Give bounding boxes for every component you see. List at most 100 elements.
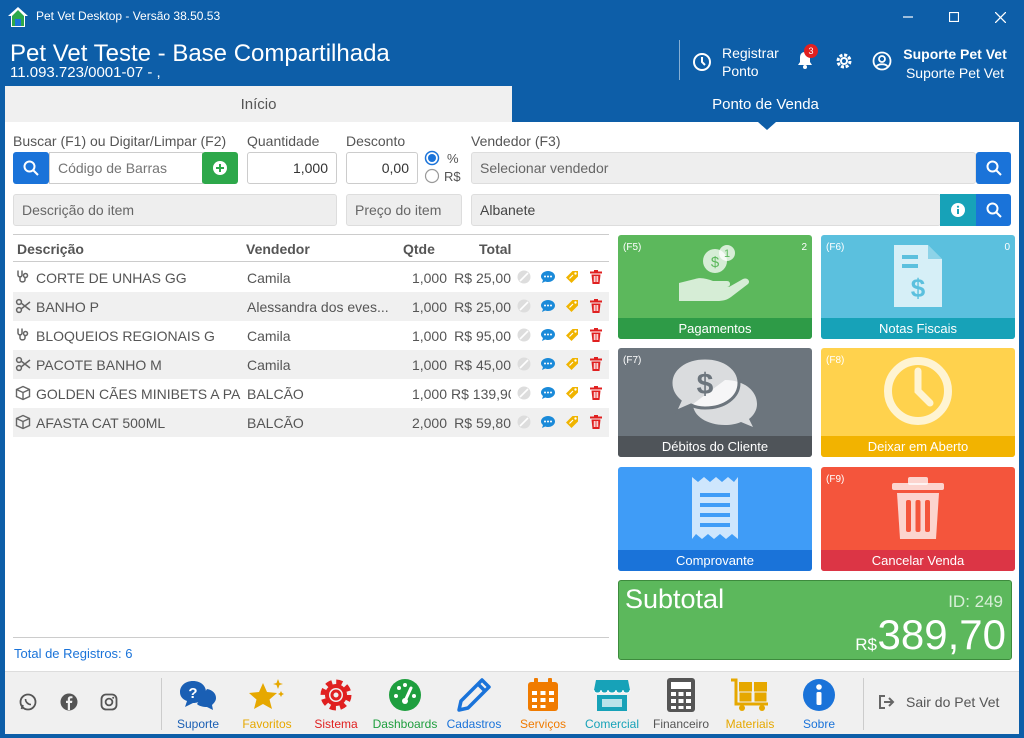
desconto-input[interactable]: 0,00	[346, 152, 418, 184]
cell-vendedor: BALCÃO	[247, 415, 304, 431]
user-name[interactable]: Suporte Pet Vet Suporte Pet Vet	[900, 45, 1010, 83]
table-row[interactable]: BANHO P Alessandra dos eves... 1,000 R$ 25,…	[13, 292, 609, 321]
registrar-ponto-button[interactable]: Registrar Ponto	[692, 44, 779, 80]
plus-circle-icon	[213, 161, 227, 175]
tag-icon[interactable]	[564, 269, 580, 288]
footer-materiais-button[interactable]: Materiais	[715, 676, 785, 731]
tile-comprovante[interactable]: Comprovante	[618, 467, 812, 571]
no-discount-icon[interactable]	[516, 298, 532, 317]
footer-financeiro-button[interactable]: Financeiro	[646, 676, 716, 731]
comment-icon[interactable]	[540, 414, 556, 433]
client-field[interactable]: Albanete	[471, 194, 941, 226]
notification-badge: 3	[804, 44, 818, 58]
subtotal-panel: Subtotal ID: 249 R$ 389,70	[618, 580, 1012, 660]
tag-icon[interactable]	[564, 356, 580, 375]
maximize-button[interactable]	[934, 4, 974, 30]
tag-icon[interactable]	[564, 327, 580, 346]
barcode-input[interactable]	[49, 152, 203, 184]
no-discount-icon[interactable]	[516, 414, 532, 433]
cell-qtde: 1,000	[411, 299, 447, 315]
table-row[interactable]: BLOQUEIOS REGIONAIS G Camila 1,000 R$ 95,00	[13, 321, 609, 350]
exit-button[interactable]: Sair do Pet Vet	[878, 694, 999, 710]
no-discount-icon[interactable]	[516, 385, 532, 404]
table-divider	[13, 637, 609, 638]
cell-qtde: 1,000	[411, 328, 447, 344]
clock-icon	[693, 53, 711, 71]
search-button[interactable]	[13, 152, 49, 184]
add-item-button[interactable]	[202, 152, 238, 184]
footer-button-label: Sistema	[314, 717, 358, 731]
svg-text:?: ?	[188, 685, 197, 702]
footer-cadastros-button[interactable]: Cadastros	[439, 676, 509, 731]
item-description-input[interactable]: Descrição do item	[13, 194, 337, 226]
footer-sobre-button[interactable]: Sobre	[784, 676, 854, 731]
footer-button-label: Cadastros	[446, 717, 502, 731]
delete-icon[interactable]	[588, 327, 604, 346]
cell-qtde: 1,000	[411, 357, 447, 373]
tag-icon[interactable]	[564, 298, 580, 317]
tile-cancelar-venda[interactable]: (F9) Cancelar Venda	[821, 467, 1015, 571]
tag-icon[interactable]	[564, 414, 580, 433]
radio-unselected-icon	[424, 168, 440, 184]
vendedor-search-button[interactable]	[976, 152, 1011, 184]
table-row[interactable]: PACOTE BANHO M Camila 1,000 R$ 45,00	[13, 350, 609, 379]
invoice-icon: $	[821, 243, 1015, 309]
store-icon	[577, 676, 647, 714]
table-row[interactable]: AFASTA CAT 500ML BALCÃO 2,000 R$ 59,80	[13, 408, 609, 437]
footer-suporte-button[interactable]: ? Suporte	[163, 676, 233, 731]
tile-deixar-em-aberto[interactable]: (F8) Deixar em Aberto	[821, 348, 1015, 457]
no-discount-icon[interactable]	[516, 356, 532, 375]
instagram-icon[interactable]	[100, 693, 118, 711]
footer-dashboards-button[interactable]: Dashboards	[370, 676, 440, 731]
delete-icon[interactable]	[588, 356, 604, 375]
user-name-line2: Suporte Pet Vet	[905, 65, 1005, 81]
ponto-label: Ponto	[722, 63, 759, 79]
col-qtde: Qtde	[403, 241, 435, 257]
delete-icon[interactable]	[588, 298, 604, 317]
close-button[interactable]	[980, 4, 1020, 30]
user-button[interactable]	[872, 51, 892, 76]
comment-icon[interactable]	[540, 269, 556, 288]
desconto-rs-radio[interactable]	[424, 168, 440, 189]
comment-icon[interactable]	[540, 327, 556, 346]
cell-total: R$ 45,00	[454, 357, 511, 373]
minimize-button[interactable]	[888, 4, 928, 30]
window-titlebar: Pet Vet Desktop - Versão 38.50.53	[0, 0, 1024, 34]
tab-ponto-de-venda[interactable]: Ponto de Venda	[512, 86, 1019, 122]
table-row[interactable]: CORTE DE UNHAS GG Camila 1,000 R$ 25,00	[13, 263, 609, 292]
tile-notas-fiscais[interactable]: (F6) 0 $ Notas Fiscais	[821, 235, 1015, 339]
no-discount-icon[interactable]	[516, 327, 532, 346]
comment-icon[interactable]	[540, 298, 556, 317]
vendedor-select[interactable]: Selecionar vendedor	[471, 152, 976, 184]
delete-icon[interactable]	[588, 414, 604, 433]
facebook-icon[interactable]	[60, 693, 78, 711]
no-discount-icon[interactable]	[516, 269, 532, 288]
footer-comercial-button[interactable]: Comercial	[577, 676, 647, 731]
box-icon	[15, 414, 31, 433]
item-price-input[interactable]: Preço do item	[346, 194, 462, 226]
tag-icon[interactable]	[564, 385, 580, 404]
client-search-button[interactable]	[976, 194, 1011, 226]
receipt-icon	[618, 475, 812, 541]
window-title: Pet Vet Desktop - Versão 38.50.53	[36, 9, 221, 23]
delete-icon[interactable]	[588, 385, 604, 404]
footer-favoritos-button[interactable]: Favoritos	[232, 676, 302, 731]
client-info-button[interactable]	[940, 194, 976, 226]
tile-label: Deixar em Aberto	[821, 436, 1015, 457]
table-row[interactable]: GOLDEN CÃES MINIBETS A PA... BALCÃO 1,000 R…	[13, 379, 609, 408]
comment-icon[interactable]	[540, 356, 556, 375]
subtotal-label: Subtotal	[625, 584, 725, 614]
notifications-button[interactable]: 3	[795, 44, 818, 75]
tile-d-bitos-do-cliente[interactable]: (F7) $ Débitos do Cliente	[618, 348, 812, 457]
comment-icon[interactable]	[540, 385, 556, 404]
tab-inicio[interactable]: Início	[5, 86, 512, 122]
delete-icon[interactable]	[588, 269, 604, 288]
tile-pagamentos[interactable]: (F5) 2 $1 Pagamentos	[618, 235, 812, 339]
whatsapp-icon[interactable]	[19, 693, 37, 711]
footer-button-label: Comercial	[584, 717, 639, 731]
footer-servi-os-button[interactable]: Serviços	[508, 676, 578, 731]
settings-button[interactable]	[834, 51, 854, 76]
tile-label: Notas Fiscais	[821, 318, 1015, 339]
footer-sistema-button[interactable]: Sistema	[301, 676, 371, 731]
quantidade-input[interactable]: 1,000	[247, 152, 337, 184]
